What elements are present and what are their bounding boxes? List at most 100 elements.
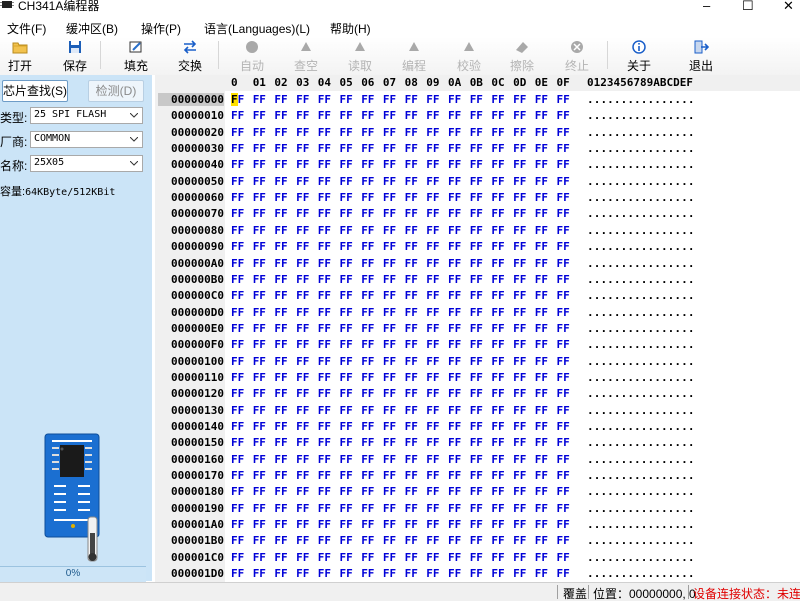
hex-byte-cell[interactable]: FF — [318, 257, 331, 270]
hex-byte-cell[interactable]: FF — [426, 485, 439, 498]
hex-byte-cell[interactable]: FF — [535, 502, 548, 515]
hex-byte-cell[interactable]: FF — [426, 126, 439, 139]
ascii-row[interactable]: ................ — [587, 126, 695, 139]
hex-byte-cell[interactable]: FF — [361, 191, 374, 204]
stop-button[interactable]: 终止 — [557, 37, 597, 75]
ascii-row[interactable]: ................ — [587, 404, 695, 417]
hex-byte-cell[interactable]: FF — [318, 567, 331, 580]
hex-byte-cell[interactable]: FF — [231, 191, 244, 204]
hex-byte-cell[interactable]: FF — [557, 257, 570, 270]
hex-byte-cell[interactable]: FF — [470, 224, 483, 237]
hex-byte-cell[interactable]: FF — [296, 371, 309, 384]
hex-byte-cell[interactable]: FF — [513, 322, 526, 335]
hex-byte-cell[interactable]: FF — [274, 436, 287, 449]
hex-byte-cell[interactable]: FF — [383, 158, 396, 171]
hex-byte-cell[interactable]: FF — [274, 338, 287, 351]
hex-byte-cell[interactable]: FF — [383, 453, 396, 466]
hex-byte-cell[interactable]: FF — [426, 175, 439, 188]
hex-byte-cell[interactable]: FF — [426, 420, 439, 433]
hex-byte-cell[interactable]: FF — [557, 420, 570, 433]
hex-byte-cell[interactable]: FF — [274, 387, 287, 400]
hex-byte-cell[interactable]: FF — [340, 158, 353, 171]
hex-byte-cell[interactable]: FF — [253, 175, 266, 188]
hex-byte-cell[interactable]: FF — [318, 420, 331, 433]
erase-button[interactable]: 擦除 — [502, 37, 542, 75]
hex-byte-cell[interactable]: FF — [274, 355, 287, 368]
hex-byte-cell[interactable]: FF — [253, 207, 266, 220]
hex-byte-cell[interactable]: FF — [340, 207, 353, 220]
hex-byte-cell[interactable]: FF — [340, 224, 353, 237]
detect-button[interactable]: 检测(D) — [88, 80, 144, 102]
open-button[interactable]: 打开 — [0, 37, 40, 75]
hex-byte-cell[interactable]: FF — [405, 355, 418, 368]
hex-byte-cell[interactable]: FF — [340, 191, 353, 204]
hex-byte-cell[interactable]: FF — [231, 273, 244, 286]
hex-byte-cell[interactable]: FF — [274, 502, 287, 515]
hex-byte-cell[interactable]: FF — [231, 567, 244, 580]
hex-byte-cell[interactable]: FF — [383, 436, 396, 449]
hex-byte-cell[interactable]: FF — [557, 534, 570, 547]
hex-byte-cell[interactable]: FF — [361, 207, 374, 220]
hex-byte-cell[interactable]: FF — [231, 175, 244, 188]
hex-byte-cell[interactable]: FF — [361, 338, 374, 351]
hex-byte-cell[interactable]: FF — [231, 338, 244, 351]
hex-byte-cell[interactable]: FF — [535, 436, 548, 449]
hex-byte-cell[interactable]: FF — [231, 322, 244, 335]
hex-byte-cell[interactable]: FF — [491, 502, 504, 515]
hex-byte-cell[interactable]: FF — [340, 485, 353, 498]
hex-byte-cell[interactable]: FF — [296, 109, 309, 122]
hex-byte-cell[interactable]: FF — [231, 485, 244, 498]
ascii-row[interactable]: ................ — [587, 175, 695, 188]
read-button[interactable]: 读取 — [340, 37, 380, 75]
hex-byte-cell[interactable]: FF — [383, 191, 396, 204]
hex-byte-cell[interactable]: FF — [405, 371, 418, 384]
hex-byte-cell[interactable]: FF — [470, 453, 483, 466]
ascii-row[interactable]: ................ — [587, 191, 695, 204]
hex-byte-cell[interactable]: FF — [557, 436, 570, 449]
hex-byte-cell[interactable]: FF — [274, 142, 287, 155]
hex-byte-cell[interactable]: FF — [513, 551, 526, 564]
hex-byte-cell[interactable]: FF — [274, 109, 287, 122]
hex-byte-cell[interactable]: FF — [318, 502, 331, 515]
hex-byte-cell[interactable]: FF — [296, 485, 309, 498]
hex-byte-cell[interactable]: FF — [448, 551, 461, 564]
hex-byte-cell[interactable]: FF — [296, 436, 309, 449]
hex-byte-cell[interactable]: FF — [491, 436, 504, 449]
hex-byte-cell[interactable]: FF — [535, 534, 548, 547]
hex-byte-cell[interactable]: FF — [426, 142, 439, 155]
hex-byte-cell[interactable]: FF — [253, 338, 266, 351]
hex-byte-cell[interactable]: FF — [491, 355, 504, 368]
hex-byte-cell[interactable]: FF — [513, 387, 526, 400]
hex-byte-cell[interactable]: FF — [470, 289, 483, 302]
hex-byte-cell[interactable]: FF — [535, 306, 548, 319]
hex-byte-cell[interactable]: FF — [383, 175, 396, 188]
hex-byte-cell[interactable]: FF — [231, 240, 244, 253]
ascii-row[interactable]: ................ — [587, 371, 695, 384]
hex-byte-cell[interactable]: FF — [535, 175, 548, 188]
hex-byte-cell[interactable]: FF — [448, 387, 461, 400]
hex-byte-cell[interactable]: FF — [361, 322, 374, 335]
hex-byte-cell[interactable]: FF — [231, 126, 244, 139]
hex-byte-cell[interactable]: FF — [448, 257, 461, 270]
hex-byte-cell[interactable]: FF — [470, 485, 483, 498]
hex-byte-cell[interactable]: FF — [513, 485, 526, 498]
hex-byte-cell[interactable]: FF — [231, 142, 244, 155]
hex-byte-cell[interactable]: FF — [318, 551, 331, 564]
hex-byte-cell[interactable]: FF — [296, 404, 309, 417]
hex-byte-cell[interactable]: FF — [383, 420, 396, 433]
hex-byte-cell[interactable]: FF — [383, 338, 396, 351]
hex-byte-cell[interactable]: FF — [383, 551, 396, 564]
hex-byte-cell[interactable]: FF — [426, 404, 439, 417]
hex-byte-cell[interactable]: FF — [405, 224, 418, 237]
hex-byte-cell[interactable]: FF — [253, 93, 266, 106]
ascii-row[interactable]: ................ — [587, 567, 695, 580]
hex-byte-cell[interactable]: FF — [231, 387, 244, 400]
hex-byte-cell[interactable]: FF — [361, 518, 374, 531]
hex-byte-cell[interactable]: FF — [340, 518, 353, 531]
hex-byte-cell[interactable]: FF — [318, 404, 331, 417]
hex-byte-cell[interactable]: FF — [405, 436, 418, 449]
hex-byte-cell[interactable]: FF — [448, 158, 461, 171]
hex-byte-cell[interactable]: FF — [340, 469, 353, 482]
hex-byte-cell[interactable]: FF — [535, 518, 548, 531]
hex-byte-cell[interactable]: FF — [405, 534, 418, 547]
